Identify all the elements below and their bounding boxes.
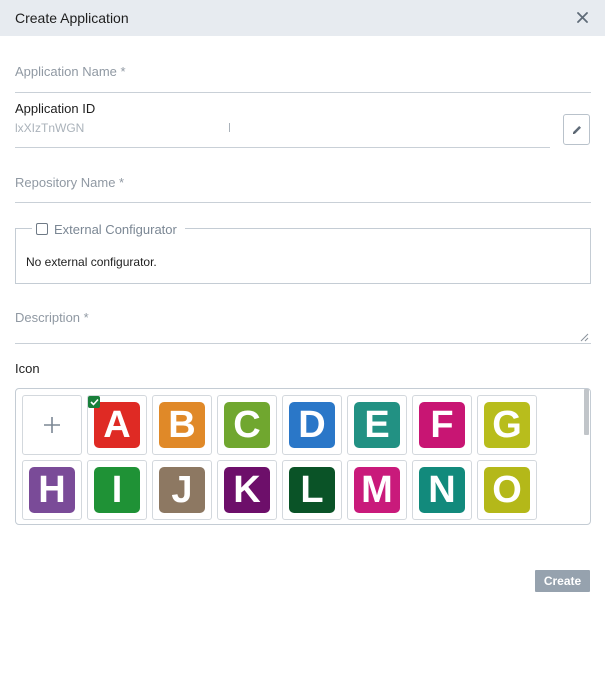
icon-tile-e[interactable]: E: [347, 395, 407, 455]
application-name-input[interactable]: Application Name *: [15, 64, 126, 79]
external-configurator-legend: External Configurator: [32, 221, 185, 237]
plus-icon: [44, 417, 60, 433]
dialog-title: Create Application: [15, 10, 129, 26]
icon-swatch-g: G: [484, 402, 530, 448]
icon-tile-o[interactable]: O: [477, 460, 537, 520]
icon-swatch-a: A: [94, 402, 140, 448]
application-name-underline: [15, 92, 591, 93]
icon-swatch-o: O: [484, 467, 530, 513]
icon-swatch-j: J: [159, 467, 205, 513]
pencil-icon: [572, 125, 581, 134]
selected-check-icon: [88, 396, 100, 408]
application-id-underline: [15, 147, 550, 148]
close-icon: [576, 11, 588, 23]
icon-tile-h[interactable]: H: [22, 460, 82, 520]
icon-swatch-h: H: [29, 467, 75, 513]
icon-label: Icon: [15, 361, 40, 376]
icon-tile-b[interactable]: B: [152, 395, 212, 455]
add-icon-button[interactable]: [22, 395, 82, 455]
application-id-value: lxXIzTnWGN: [15, 121, 85, 135]
icon-tile-c[interactable]: C: [217, 395, 277, 455]
icon-tile-g[interactable]: G: [477, 395, 537, 455]
resize-grip-icon[interactable]: [580, 333, 589, 342]
description-underline: [15, 343, 591, 344]
icon-tile-f[interactable]: F: [412, 395, 472, 455]
text-caret: [229, 123, 230, 132]
icon-tile-j[interactable]: J: [152, 460, 212, 520]
icon-tile-m[interactable]: M: [347, 460, 407, 520]
external-configurator-label: External Configurator: [54, 221, 177, 237]
icon-swatch-l: L: [289, 467, 335, 513]
application-id-label: Application ID: [15, 101, 96, 116]
icon-tile-k[interactable]: K: [217, 460, 277, 520]
close-button[interactable]: [572, 7, 592, 27]
icon-swatch-i: I: [94, 467, 140, 513]
edit-application-id-button[interactable]: [563, 114, 590, 145]
icon-tile-n[interactable]: N: [412, 460, 472, 520]
icon-swatch-n: N: [419, 467, 465, 513]
create-button[interactable]: Create: [535, 570, 590, 592]
icon-tile-d[interactable]: D: [282, 395, 342, 455]
repository-name-input[interactable]: Repository Name *: [15, 175, 124, 190]
icon-swatch-e: E: [354, 402, 400, 448]
icon-swatch-k: K: [224, 467, 270, 513]
icon-swatch-b: B: [159, 402, 205, 448]
icon-tile-l[interactable]: L: [282, 460, 342, 520]
icon-swatch-f: F: [419, 402, 465, 448]
repository-name-underline: [15, 202, 591, 203]
icon-swatch-d: D: [289, 402, 335, 448]
icon-swatch-m: M: [354, 467, 400, 513]
icon-swatch-c: C: [224, 402, 270, 448]
description-textarea[interactable]: Description *: [15, 310, 89, 325]
external-configurator-message: No external configurator.: [26, 255, 157, 269]
external-configurator-checkbox[interactable]: [36, 223, 48, 235]
icon-picker-scrollbar[interactable]: [584, 389, 589, 435]
icon-tile-i[interactable]: I: [87, 460, 147, 520]
dialog-header: Create Application: [0, 0, 605, 36]
